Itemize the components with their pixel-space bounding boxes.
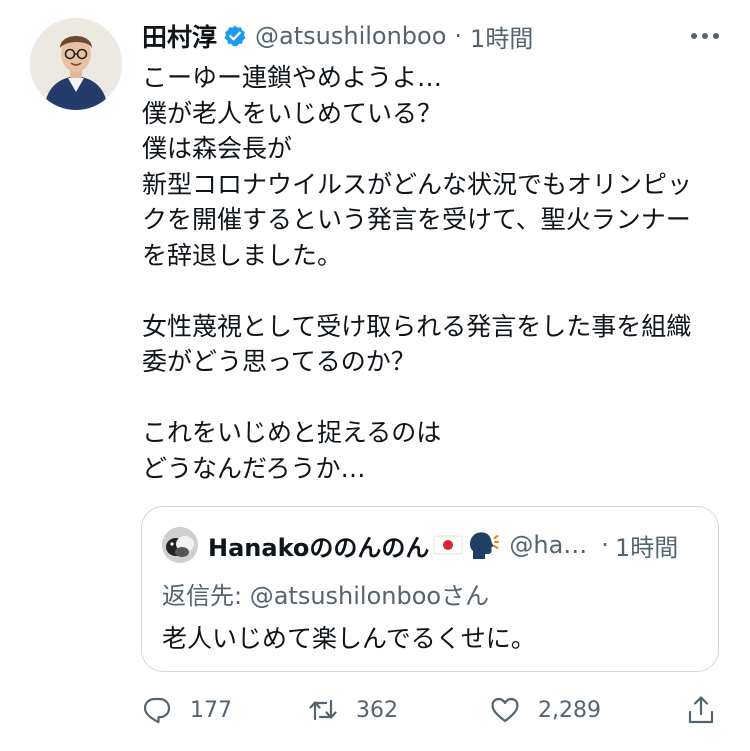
retweet-icon [309, 699, 337, 721]
tweet[interactable]: 田村淳 @atsushilonboo · 1時間 こーゆー連鎖やめようよ… 僕が… [0, 0, 750, 751]
tweet-timestamp[interactable]: 1時間 [470, 19, 533, 54]
share-button[interactable] [686, 688, 716, 732]
tweet-blank-line [142, 273, 728, 309]
verified-badge-icon [223, 24, 247, 48]
author-avatar[interactable] [30, 18, 122, 110]
like-count: 2,289 [538, 697, 601, 723]
tweet-line: クを開催するという発言を受けて、聖火ランナー [142, 205, 691, 234]
reply-suffix: さん [441, 582, 490, 610]
tweet-line: これをいじめと捉えるのは [142, 418, 442, 447]
quoted-header-separator: · [601, 531, 609, 559]
tweet-line: 僕が老人をいじめている？ [142, 98, 443, 128]
tweet-line: 僕は森会長が [142, 134, 293, 163]
tweet-line: どうなんだろうか… [142, 453, 366, 483]
japan-flag-icon [433, 533, 463, 557]
quoted-reply-context: 返信先: @atsushilonbooさん [162, 576, 489, 611]
tweet-action-bar: 177 362 2,289 [140, 688, 730, 732]
quoted-author-avatar[interactable] [162, 527, 198, 563]
reply-icon [143, 697, 171, 724]
tweet-body: こーゆー連鎖やめようよ… 僕が老人をいじめている？ 僕は森会長が 新型コロナウイ… [142, 60, 728, 486]
quoted-author-handle[interactable]: @ha… [509, 531, 587, 559]
retweet-count: 362 [356, 697, 398, 723]
tweet-blank-line [142, 380, 728, 416]
tweet-line: こーゆー連鎖やめようよ… [142, 63, 443, 92]
quoted-tweet-timestamp[interactable]: 1時間 [615, 528, 678, 563]
avatar-photo [30, 18, 122, 110]
quoted-avatar-photo [162, 527, 198, 563]
reply-button[interactable]: 177 [142, 688, 232, 732]
speaking-head-icon [467, 530, 500, 560]
tweet-line: 女性蔑視として受け取られる発言をした事を組織 [142, 311, 692, 341]
header-separator: · [454, 22, 463, 50]
tweet-line: 委がどう思ってるのか？ [142, 347, 416, 376]
quoted-tweet-header: Hanakoののんのん @ha… · 1時間 [162, 525, 702, 565]
reply-count: 177 [190, 697, 232, 723]
quoted-tweet-text: 老人いじめて楽しんでるくせに。 [162, 624, 536, 653]
reply-mention-link[interactable]: @atsushilonboo [250, 582, 441, 610]
share-icon [688, 696, 714, 724]
reply-prefix: 返信先: [162, 582, 250, 610]
tweet-line: 新型コロナウイルスがどんな状況でもオリンピッ [142, 169, 693, 199]
quoted-tweet[interactable]: Hanakoののんのん @ha… · 1時間 返信先: @atsushilonb… [141, 506, 719, 672]
retweet-button[interactable]: 362 [308, 688, 398, 732]
quoted-author-display-name[interactable]: Hanakoののんのん [208, 528, 429, 563]
heart-icon [491, 697, 519, 723]
tweet-header: 田村淳 @atsushilonboo · 1時間 [142, 18, 722, 54]
like-button[interactable]: 2,289 [490, 688, 601, 732]
author-display-name[interactable]: 田村淳 [142, 18, 217, 54]
author-handle[interactable]: @atsushilonboo [255, 22, 446, 50]
tweet-line: を辞退しました。 [142, 240, 343, 270]
more-options-icon[interactable] [686, 22, 724, 50]
